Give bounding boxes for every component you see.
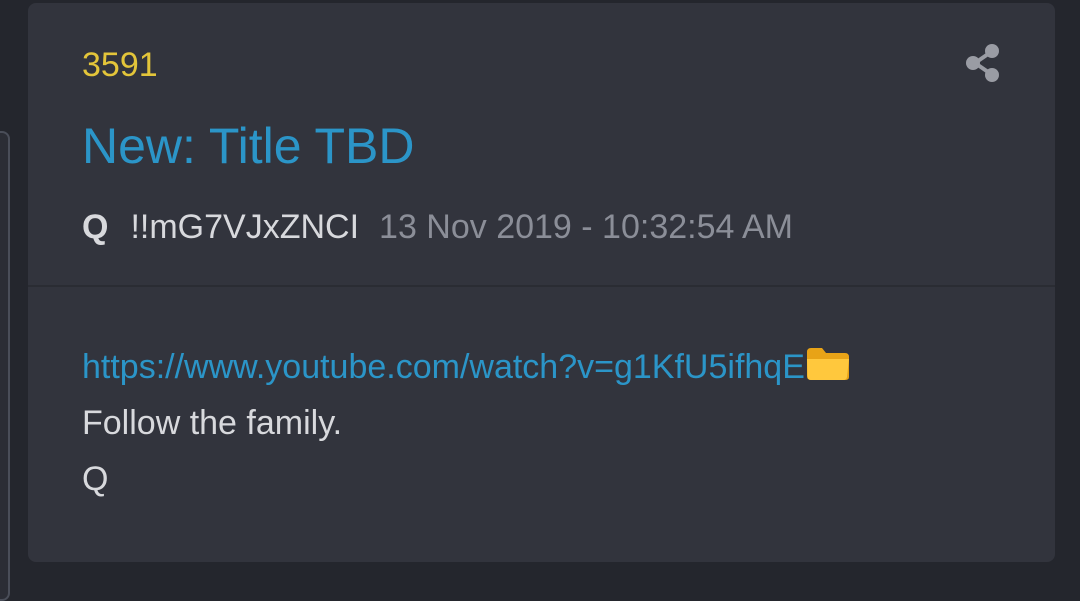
side-panel-edge (0, 131, 10, 601)
link-line: https://www.youtube.com/watch?v=g1KfU5if… (82, 339, 851, 395)
folder-icon[interactable] (805, 346, 851, 382)
post-body: https://www.youtube.com/watch?v=g1KfU5if… (82, 339, 851, 507)
post-meta: Q !!mG7VJxZNCI 13 Nov 2019 - 10:32:54 AM (82, 205, 793, 249)
post-timestamp: 13 Nov 2019 - 10:32:54 AM (379, 208, 793, 246)
share-icon (966, 44, 999, 82)
share-button[interactable] (963, 43, 1003, 83)
post-header: 3591 New: Title TBD Q !!mG7VJxZNCI 13 Nov … (28, 3, 1055, 287)
tripcode: !!mG7VJxZNCI (130, 208, 360, 246)
post-number[interactable]: 3591 (82, 45, 158, 85)
post-title[interactable]: New: Title TBD (82, 115, 415, 177)
body-signature: Q (82, 460, 109, 498)
body-line: Follow the family. (82, 404, 343, 442)
youtube-link[interactable]: https://www.youtube.com/watch?v=g1KfU5if… (82, 348, 805, 386)
author-name: Q (82, 208, 109, 246)
post-card: 3591 New: Title TBD Q !!mG7VJxZNCI 13 Nov … (28, 3, 1055, 562)
